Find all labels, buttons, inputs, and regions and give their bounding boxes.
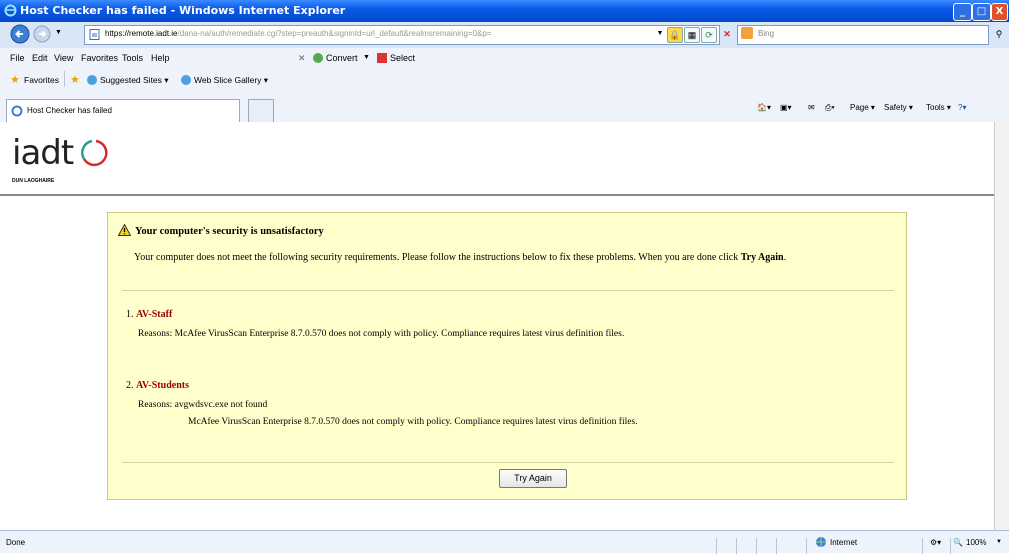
policy-item-av-staff: 1. AV-Staff bbox=[126, 309, 172, 320]
menu-bar: File Edit View Favorites Tools Help ✕ Co… bbox=[0, 48, 1009, 69]
print-icon[interactable]: ⎙▾ bbox=[825, 103, 835, 113]
bing-icon bbox=[741, 27, 753, 39]
item-name: AV-Students bbox=[136, 380, 189, 391]
zoom-icon[interactable]: 🔍 bbox=[953, 538, 963, 547]
url-path: /dana-na/auth/remediate.cgi?step=preauth… bbox=[177, 29, 492, 38]
minimize-button[interactable]: _ bbox=[953, 3, 972, 21]
tab-host-checker[interactable]: Host Checker has failed bbox=[6, 99, 240, 122]
suggested-sites-link[interactable]: Suggested Sites ▾ bbox=[100, 75, 169, 86]
vertical-scrollbar[interactable] bbox=[994, 122, 1009, 530]
logo-subtitle: DUN LAOGHAIRE bbox=[12, 178, 55, 184]
convert-dropdown-icon[interactable]: ▼ bbox=[363, 54, 370, 61]
policy-item-av-students: 2. AV-Students bbox=[126, 380, 189, 391]
item-reason: McAfee VirusScan Enterprise 8.7.0.570 do… bbox=[188, 417, 638, 427]
convert-icon bbox=[313, 53, 323, 63]
search-placeholder: Bing bbox=[758, 29, 775, 38]
separator bbox=[122, 462, 894, 463]
favorites-star-icon: ★ bbox=[10, 74, 20, 86]
web-slice-icon bbox=[181, 75, 191, 85]
panel-heading: Your computer's security is unsatisfacto… bbox=[135, 226, 324, 237]
tab-bar: Host Checker has failed 🏠▾ ▣▾ ✉ ⎙▾ Page … bbox=[0, 92, 1009, 123]
address-bar[interactable]: https://remote.iadt.ie/dana-na/auth/reme… bbox=[84, 25, 720, 45]
logo-text: iadt bbox=[12, 133, 74, 173]
url-prefix: https:// bbox=[105, 29, 130, 38]
status-text: Done bbox=[6, 538, 26, 547]
back-button[interactable] bbox=[10, 24, 30, 44]
select-icon bbox=[377, 53, 387, 63]
host-checker-panel: Your computer's security is unsatisfacto… bbox=[107, 212, 907, 500]
item-number: 2. bbox=[126, 380, 134, 391]
refresh-icon[interactable]: ⟳ bbox=[701, 27, 717, 43]
menu-help[interactable]: Help bbox=[151, 53, 170, 63]
search-icon[interactable]: ⚲ bbox=[992, 27, 1006, 41]
item-number: 1. bbox=[126, 309, 134, 320]
status-bar: Done Internet ⚙▾ 🔍 100% ▼ bbox=[0, 530, 1009, 554]
mail-icon[interactable]: ✉ bbox=[808, 103, 815, 112]
compatibility-icon[interactable]: ▦ bbox=[684, 27, 700, 43]
favorites-button[interactable]: Favorites bbox=[24, 75, 59, 85]
url-text: https://remote.iadt.ie/dana-na/auth/reme… bbox=[105, 29, 491, 38]
window-title: Host Checker has failed - Windows Intern… bbox=[20, 4, 346, 17]
zoom-level[interactable]: 100% bbox=[966, 538, 986, 547]
close-button[interactable]: X bbox=[991, 3, 1008, 21]
page-icon bbox=[89, 29, 100, 40]
menu-view[interactable]: View bbox=[54, 53, 73, 63]
menu-tools[interactable]: Tools bbox=[122, 53, 143, 63]
tab-ie-icon bbox=[11, 105, 23, 117]
separator bbox=[122, 290, 894, 291]
page-menu[interactable]: Page ▾ bbox=[850, 103, 875, 112]
menu-favorites[interactable]: Favorites bbox=[81, 53, 118, 63]
feeds-icon[interactable]: ▣▾ bbox=[780, 103, 792, 112]
try-again-button[interactable]: Try Again bbox=[499, 469, 567, 488]
title-bar: Host Checker has failed - Windows Intern… bbox=[0, 0, 1009, 22]
new-tab-button[interactable] bbox=[248, 99, 274, 122]
tab-title: Host Checker has failed bbox=[27, 106, 112, 115]
favorites-bar: ★ Favorites ★ Suggested Sites ▾ Web Slic… bbox=[0, 68, 1009, 93]
select-button[interactable]: Select bbox=[390, 53, 415, 63]
logo-arc-icon bbox=[81, 139, 108, 167]
dropdown-icon[interactable]: ▼ bbox=[653, 27, 667, 41]
menu-edit[interactable]: Edit bbox=[32, 53, 48, 63]
web-slice-gallery-link[interactable]: Web Slice Gallery ▾ bbox=[194, 75, 268, 86]
maximize-button[interactable]: □ bbox=[972, 3, 991, 21]
intro-bold: Try Again bbox=[740, 252, 784, 263]
lock-icon[interactable]: 🔒 bbox=[667, 27, 683, 43]
zone-text: Internet bbox=[830, 538, 858, 547]
menu-file[interactable]: File bbox=[10, 53, 25, 63]
forward-button[interactable] bbox=[33, 25, 51, 43]
item-reason: Reasons: McAfee VirusScan Enterprise 8.7… bbox=[138, 329, 625, 339]
help-icon[interactable]: ?▾ bbox=[958, 103, 966, 112]
search-input[interactable]: Bing bbox=[737, 25, 989, 45]
history-dropdown-icon[interactable]: ▼ bbox=[55, 29, 62, 36]
ie-icon bbox=[4, 4, 17, 17]
safety-menu[interactable]: Safety ▾ bbox=[884, 103, 913, 112]
address-toolbar: ▼ https://remote.iadt.ie/dana-na/auth/re… bbox=[0, 22, 1009, 49]
zoom-dropdown-icon[interactable]: ▼ bbox=[996, 539, 1002, 545]
warning-icon bbox=[118, 224, 131, 236]
intro-text: Your computer does not meet the followin… bbox=[134, 252, 739, 263]
convert-button[interactable]: Convert bbox=[326, 53, 358, 63]
close-toolbar-icon[interactable]: ✕ bbox=[298, 53, 306, 64]
iadt-logo: iadt DUN LAOGHAIRE bbox=[12, 133, 108, 184]
tools-menu[interactable]: Tools ▾ bbox=[926, 103, 951, 112]
header-divider bbox=[0, 194, 994, 196]
internet-zone-icon bbox=[816, 537, 826, 547]
item-reason: Reasons: avgwdsvc.exe not found bbox=[138, 400, 268, 410]
item-name: AV-Staff bbox=[136, 309, 173, 320]
home-icon[interactable]: 🏠▾ bbox=[757, 103, 771, 112]
add-favorites-icon[interactable]: ★ bbox=[70, 73, 80, 86]
panel-intro: Your computer does not meet the followin… bbox=[134, 252, 787, 263]
protected-mode-icon[interactable]: ⚙▾ bbox=[930, 538, 941, 547]
suggested-sites-icon bbox=[87, 75, 97, 85]
url-host: remote.iadt.ie bbox=[129, 29, 178, 38]
stop-icon[interactable]: ✕ bbox=[720, 27, 734, 41]
